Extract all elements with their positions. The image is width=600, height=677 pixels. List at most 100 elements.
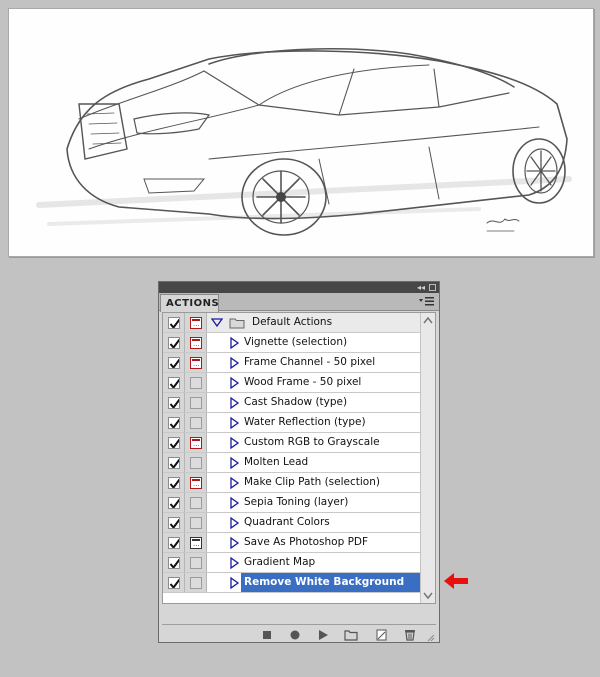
actions-panel: ◂◂ ACTIONS ··· Default Actions ··· Vignette… — [158, 281, 440, 643]
checkmark-icon[interactable] — [168, 417, 180, 429]
toggle-cell — [163, 413, 185, 432]
collapsed-triangle-icon[interactable] — [230, 377, 240, 389]
dialog-toggle-empty-icon[interactable] — [190, 517, 202, 529]
dialog-cell: ··· — [185, 433, 207, 452]
stop-icon[interactable] — [260, 628, 274, 641]
action-row[interactable]: ··· Make Clip Path (selection) — [163, 473, 421, 493]
checkmark-icon[interactable] — [168, 397, 180, 409]
dialog-cell — [185, 373, 207, 392]
resize-grip-icon[interactable] — [426, 633, 435, 642]
checkmark-icon[interactable] — [168, 377, 180, 389]
collapsed-triangle-icon[interactable] — [230, 537, 240, 549]
action-row[interactable]: ··· Save As Photoshop PDF — [163, 533, 421, 553]
action-row[interactable]: Water Reflection (type) — [163, 413, 421, 433]
dialog-toggle-icon[interactable]: ··· — [190, 437, 202, 450]
checkmark-icon[interactable] — [168, 357, 180, 369]
collapsed-triangle-icon[interactable] — [230, 337, 240, 349]
actions-list[interactable]: ··· Default Actions ··· Vignette (selection… — [162, 312, 436, 604]
action-row[interactable]: Gradient Map — [163, 553, 421, 573]
checkmark-icon[interactable] — [168, 477, 180, 489]
dialog-cell — [185, 413, 207, 432]
checkmark-icon[interactable] — [168, 517, 180, 529]
action-row[interactable]: ··· Frame Channel - 50 pixel — [163, 353, 421, 373]
collapsed-triangle-icon[interactable] — [230, 437, 240, 449]
record-icon[interactable] — [288, 628, 302, 641]
toggle-cell — [163, 453, 185, 472]
action-set-row[interactable]: ··· Default Actions — [163, 313, 421, 333]
collapsed-triangle-icon[interactable] — [230, 417, 240, 429]
collapsed-triangle-icon[interactable] — [230, 497, 240, 509]
new-set-icon[interactable] — [344, 628, 358, 641]
expand-triangle-icon[interactable] — [211, 318, 223, 328]
action-label: Molten Lead — [244, 456, 309, 468]
dialog-toggle-icon[interactable]: ··· — [190, 357, 202, 370]
red-arrow-icon — [444, 573, 468, 589]
scroll-down-icon[interactable] — [422, 588, 434, 602]
car-sketch-image — [36, 48, 572, 236]
scroll-up-icon[interactable] — [422, 314, 434, 328]
dialog-toggle-icon[interactable]: ··· — [190, 337, 202, 350]
checkmark-icon[interactable] — [168, 437, 180, 449]
panel-footer-toolbar — [162, 624, 436, 642]
dialog-cell — [185, 573, 207, 592]
dialog-cell — [185, 553, 207, 572]
panel-titlebar[interactable]: ◂◂ — [159, 282, 439, 293]
action-row[interactable]: Wood Frame - 50 pixel — [163, 373, 421, 393]
collapsed-triangle-icon[interactable] — [230, 397, 240, 409]
checkmark-icon[interactable] — [168, 577, 180, 589]
collapsed-triangle-icon[interactable] — [230, 517, 240, 529]
dialog-cell — [185, 513, 207, 532]
play-icon[interactable] — [316, 628, 330, 641]
toggle-cell — [163, 333, 185, 352]
action-row[interactable]: Quadrant Colors — [163, 513, 421, 533]
dialog-cell — [185, 453, 207, 472]
dialog-cell: ··· — [185, 313, 207, 332]
dialog-toggle-icon[interactable]: ··· — [190, 317, 202, 330]
dialog-toggle-empty-icon[interactable] — [190, 577, 202, 589]
action-row[interactable]: ··· Custom RGB to Grayscale — [163, 433, 421, 453]
trash-icon[interactable] — [403, 628, 417, 641]
tab-actions[interactable]: ACTIONS — [160, 294, 219, 312]
action-row[interactable]: Molten Lead — [163, 453, 421, 473]
collapsed-triangle-icon[interactable] — [230, 457, 240, 469]
scrollbar[interactable] — [420, 313, 435, 603]
dialog-toggle-icon[interactable]: ··· — [190, 477, 202, 490]
checkmark-icon[interactable] — [168, 537, 180, 549]
checkmark-icon[interactable] — [168, 557, 180, 569]
collapsed-triangle-icon[interactable] — [230, 557, 240, 569]
action-label: Make Clip Path (selection) — [244, 476, 380, 488]
dialog-toggle-empty-icon[interactable] — [190, 457, 202, 469]
collapsed-triangle-icon[interactable] — [230, 477, 240, 489]
dialog-toggle-empty-icon[interactable] — [190, 557, 202, 569]
dialog-toggle-empty-icon[interactable] — [190, 397, 202, 409]
action-row[interactable]: ··· Vignette (selection) — [163, 333, 421, 353]
action-label: Save As Photoshop PDF — [244, 536, 369, 548]
close-box-icon[interactable] — [429, 284, 436, 291]
action-label: Vignette (selection) — [244, 336, 348, 348]
new-action-icon[interactable] — [374, 628, 388, 641]
checkmark-icon[interactable] — [168, 457, 180, 469]
action-row[interactable]: Sepia Toning (layer) — [163, 493, 421, 513]
toggle-cell — [163, 513, 185, 532]
dialog-toggle-icon[interactable]: ··· — [190, 537, 202, 550]
checkmark-icon[interactable] — [168, 317, 180, 329]
dialog-cell: ··· — [185, 473, 207, 492]
double-chevron-icon[interactable]: ◂◂ — [417, 282, 425, 293]
action-label: Water Reflection (type) — [244, 416, 366, 428]
collapsed-triangle-icon[interactable] — [230, 357, 240, 369]
toggle-cell — [163, 473, 185, 492]
action-label: Remove White Background — [241, 573, 425, 592]
dialog-toggle-empty-icon[interactable] — [190, 417, 202, 429]
action-row-selected[interactable]: Remove White Background — [163, 573, 425, 593]
action-label: Gradient Map — [244, 556, 316, 568]
collapsed-triangle-icon[interactable] — [230, 577, 240, 589]
dialog-toggle-empty-icon[interactable] — [190, 377, 202, 389]
action-row[interactable]: Cast Shadow (type) — [163, 393, 421, 413]
dialog-cell: ··· — [185, 333, 207, 352]
checkmark-icon[interactable] — [168, 337, 180, 349]
dialog-toggle-empty-icon[interactable] — [190, 497, 202, 509]
toggle-cell — [163, 493, 185, 512]
action-label: Sepia Toning (layer) — [244, 496, 349, 508]
panel-menu-icon[interactable] — [419, 296, 435, 307]
checkmark-icon[interactable] — [168, 497, 180, 509]
